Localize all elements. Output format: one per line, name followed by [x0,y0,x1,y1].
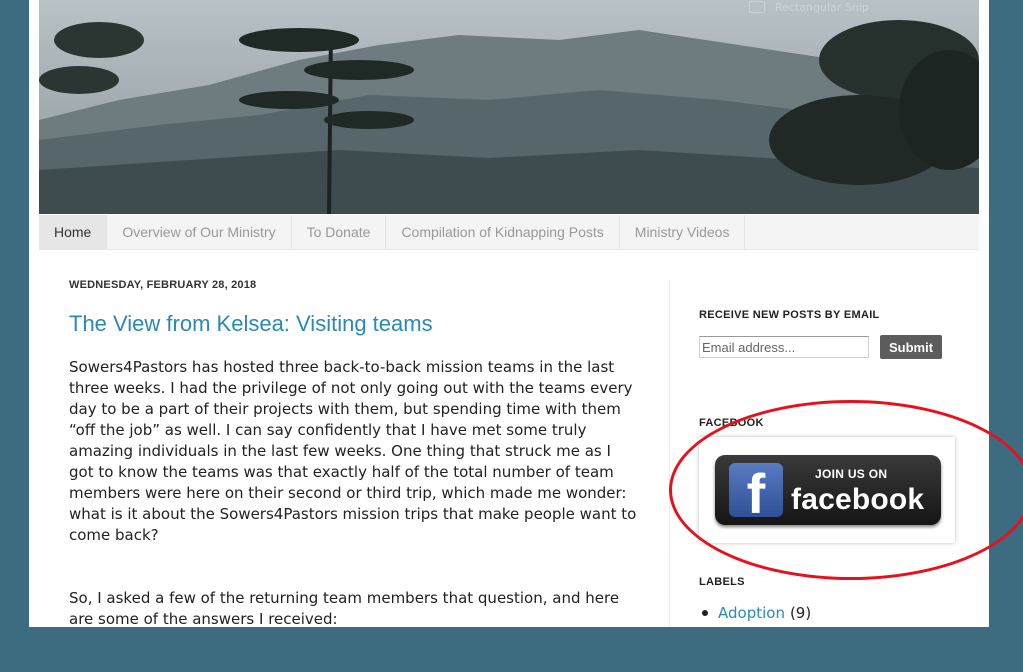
tab-home[interactable]: Home [39,215,108,249]
tab-to-donate[interactable]: To Donate [292,215,387,249]
submit-button[interactable]: Submit [880,335,943,359]
facebook-widget-title: FACEBOOK [699,417,764,429]
label-count: (9) [789,604,812,622]
labels-list: Adoption (9) [699,604,969,622]
facebook-wordmark: facebook [791,483,925,516]
sidebar: RECEIVE NEW POSTS BY EMAIL Submit FACEBO… [699,280,969,622]
column-divider [669,280,670,627]
email-widget-title: RECEIVE NEW POSTS BY EMAIL [699,309,880,321]
header-image: Rectangular Snip [39,0,979,214]
labels-widget-title: LABELS [699,576,745,588]
mountain-forest-image [39,0,979,214]
facebook-join-banner[interactable]: f JOIN US ON facebook [699,437,955,543]
snip-label: Rectangular Snip [775,0,869,14]
post-title-link[interactable]: The View from Kelsea: Visiting teams [69,311,639,337]
tab-overview-of-our-ministry[interactable]: Overview of Our Ministry [107,215,292,249]
post-paragraph: So, I asked a few of the returning team … [69,589,620,628]
post-body: Sowers4Pastors has hosted three back-to-… [69,357,639,630]
tab-ministry-videos[interactable]: Ministry Videos [620,215,746,249]
bullet-icon [702,610,708,616]
post-date: WEDNESDAY, FEBRUARY 28, 2018 [69,279,257,291]
facebook-badge: f JOIN US ON facebook [715,455,941,525]
email-field[interactable] [699,336,869,358]
snip-tool-overlay: Rectangular Snip [749,0,869,14]
post-column: WEDNESDAY, FEBRUARY 28, 2018 The View fr… [69,270,639,672]
join-us-text: JOIN US ON [815,467,888,481]
page-tabs: Home Overview of Our Ministry To Donate … [39,215,979,250]
blog-page: Rectangular Snip Home Overview of Our Mi… [29,0,1023,628]
post-paragraph: Sowers4Pastors has hosted three back-to-… [69,358,637,544]
label-link-adoption[interactable]: Adoption [718,604,785,622]
list-item: Adoption (9) [699,604,969,622]
facebook-f-icon: f [729,463,783,525]
tab-compilation-of-kidnapping-posts[interactable]: Compilation of Kidnapping Posts [386,215,620,249]
snip-icon [749,1,765,13]
email-subscribe-form: Submit [699,335,969,359]
